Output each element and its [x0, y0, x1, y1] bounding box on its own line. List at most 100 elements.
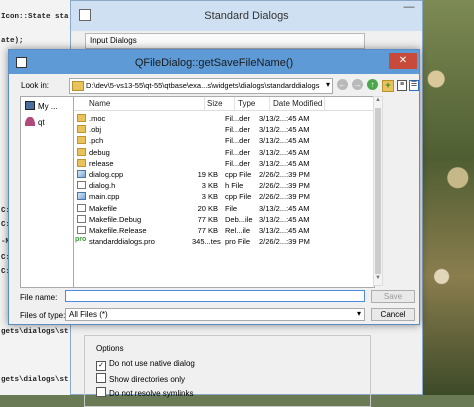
file-row[interactable]: pro standarddialogs.pro 345...tes pro File 2… — [74, 236, 374, 247]
file-row[interactable]: Makefile.Release 77 KB Rel...ile 3/13/2...:… — [74, 225, 374, 236]
file-icon — [77, 192, 86, 201]
file-row[interactable]: dialog.h 3 KB h File 2/26/2...:39 PM — [74, 180, 374, 191]
scroll-up-icon[interactable]: ▲ — [374, 97, 382, 107]
file-icon — [77, 226, 86, 234]
user-icon — [25, 117, 35, 126]
file-list[interactable]: Name Size Type Date Modified .moc Fil...d… — [73, 96, 375, 288]
files-of-type-label: Files of type: — [20, 311, 66, 320]
file-row[interactable]: dialog.cpp 19 KB cpp File 2/26/2...:39 PM — [74, 169, 374, 180]
file-date: 3/13/2...:45 AM — [259, 203, 310, 213]
file-row[interactable]: Makefile.Debug 77 KB Deb...ile 3/13/2...:45… — [74, 214, 374, 225]
list-view-icon[interactable]: ≡ — [397, 80, 407, 91]
file-size: 3 KB — [201, 192, 218, 202]
forward-arrow-icon[interactable]: → — [352, 79, 363, 90]
file-row[interactable]: debug Fil...der 3/13/2...:45 AM — [74, 147, 374, 158]
folder-icon — [77, 125, 86, 134]
file-row[interactable]: .obj Fil...der 3/13/2...:45 AM — [74, 124, 374, 135]
file-icon — [77, 203, 86, 212]
file-name: Makefile.Debug — [89, 214, 142, 224]
file-name: main.cpp — [89, 192, 120, 202]
file-size: 3 KB — [201, 181, 218, 191]
files-of-type-value: All Files (*) — [69, 310, 108, 319]
save-button[interactable]: Save — [371, 290, 415, 303]
file-list-header: Name Size Type Date Modified — [74, 97, 374, 111]
file-date: 2/26/2...:39 PM — [259, 192, 310, 202]
cancel-button[interactable]: Cancel — [371, 308, 415, 321]
file-name: release — [89, 158, 114, 168]
scrollbar-thumb[interactable] — [375, 108, 381, 274]
folder-icon — [72, 81, 84, 91]
file-type: cpp File — [225, 170, 252, 179]
look-in-path: D:\dev\5-vs13-55\qt-55\qtbase\exa...s\wi… — [86, 81, 320, 90]
column-header-date[interactable]: Date Modified — [273, 99, 322, 108]
computer-icon — [25, 101, 35, 110]
file-type: pro File — [225, 237, 251, 247]
file-type: Rel...ile — [225, 226, 251, 235]
file-type: Fil...der — [225, 147, 251, 157]
code-line: ate); — [1, 37, 24, 45]
vertical-scrollbar[interactable]: ▲ ▼ — [373, 96, 383, 286]
option-resolve-symlinks[interactable]: Do not resolve symlinks — [96, 387, 193, 398]
folder-icon — [77, 114, 86, 122]
close-button[interactable]: ✕ — [389, 53, 417, 69]
look-in-label: Look in: — [21, 81, 50, 90]
back-arrow-icon[interactable]: ← — [337, 79, 348, 90]
qt-project-icon: pro — [75, 236, 87, 244]
minimize-button[interactable]: — — [400, 1, 418, 19]
scroll-down-icon[interactable]: ▼ — [374, 275, 382, 285]
file-name: dialog.cpp — [89, 170, 124, 179]
file-size: 77 KB — [197, 226, 218, 235]
file-date: 3/13/2...:45 AM — [259, 114, 310, 123]
file-row[interactable]: Makefile 20 KB File 3/13/2...:45 AM — [74, 203, 374, 214]
look-in-combo[interactable]: D:\dev\5-vs13-55\qt-55\qtbase\exa...s\wi… — [69, 78, 333, 94]
code-line: gets\dialogs\st — [1, 328, 69, 336]
desktop-wallpaper — [420, 0, 474, 395]
file-type: Deb...ile — [225, 214, 253, 224]
input-dialogs-group[interactable]: Input Dialogs — [85, 33, 365, 49]
file-name: .moc — [89, 114, 106, 123]
file-row[interactable]: release Fil...der 3/13/2...:45 AM — [74, 158, 374, 169]
file-dialog-title: QFileDialog::getSaveFileName() — [134, 57, 294, 69]
checkbox-icon[interactable] — [96, 387, 106, 397]
file-type: File — [225, 203, 238, 213]
detail-view-icon[interactable]: ☰ — [409, 80, 419, 91]
file-size: 77 KB — [197, 214, 218, 224]
up-arrow-icon[interactable]: ↑ — [367, 79, 378, 90]
file-icon — [77, 214, 86, 223]
sidebar-item-qt[interactable]: qt — [25, 117, 45, 129]
column-header-type[interactable]: Type — [238, 99, 255, 108]
option-directories-only[interactable]: Show directories only — [96, 373, 185, 384]
file-type: Fil...der — [225, 125, 251, 135]
column-header-name[interactable]: Name — [89, 99, 110, 108]
folder-icon — [77, 136, 86, 145]
file-name: .obj — [89, 125, 102, 135]
files-of-type-combo[interactable]: All Files (*) ▾ — [65, 308, 365, 321]
options-label: Options — [96, 344, 124, 353]
file-date: 3/13/2...:45 AM — [259, 136, 310, 146]
folder-icon — [77, 158, 86, 167]
file-date: 3/13/2...:45 AM — [259, 158, 310, 168]
file-type: h File — [225, 181, 244, 191]
file-date: 2/26/2...:39 PM — [259, 170, 310, 179]
option-native-dialog[interactable]: ✓ Do not use native dialog — [96, 359, 195, 371]
checkbox-icon[interactable] — [96, 373, 106, 383]
file-row[interactable]: .pch Fil...der 3/13/2...:45 AM — [74, 135, 374, 146]
standard-dialogs-titlebar[interactable]: Standard Dialogs — — [71, 1, 422, 31]
input-dialogs-label: Input Dialogs — [90, 36, 137, 45]
file-size: 345...tes — [192, 237, 221, 247]
sidebar-item-computer[interactable]: My ... — [25, 101, 58, 113]
file-name-label: File name: — [20, 293, 58, 302]
file-date: 2/26/2...:39 PM — [259, 181, 310, 191]
file-size: 20 KB — [197, 203, 218, 213]
file-type: cpp File — [225, 192, 252, 202]
file-row[interactable]: .moc Fil...der 3/13/2...:45 AM — [74, 113, 374, 124]
file-row[interactable]: main.cpp 3 KB cpp File 2/26/2...:39 PM — [74, 191, 374, 202]
new-folder-icon[interactable]: + — [382, 80, 394, 92]
column-header-size[interactable]: Size — [207, 99, 223, 108]
file-dialog-titlebar[interactable]: QFileDialog::getSaveFileName() ✕ — [9, 50, 419, 74]
file-name-input[interactable] — [65, 290, 365, 302]
code-line: gets\dialogs\st — [1, 376, 69, 384]
folder-icon — [77, 147, 86, 156]
chevron-down-icon: ▾ — [325, 80, 330, 89]
checkbox-icon[interactable]: ✓ — [96, 361, 106, 371]
